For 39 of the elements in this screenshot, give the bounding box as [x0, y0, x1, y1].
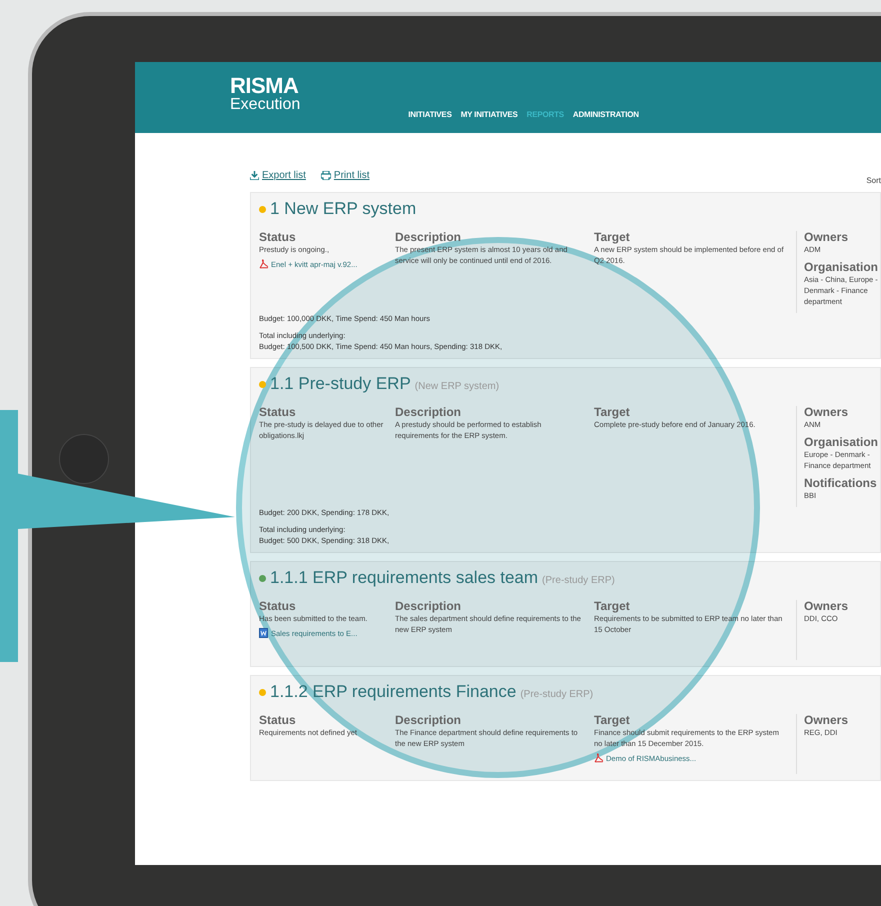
field-heading: Owners — [804, 600, 850, 613]
download-icon — [250, 170, 259, 180]
pdf-icon — [594, 753, 603, 763]
field-heading: Status — [259, 231, 297, 244]
initiative-title[interactable]: 1 New ERP system — [270, 199, 416, 219]
initiative-title[interactable]: 1.1.1 ERP requirements sales team — [270, 568, 538, 588]
initiative-title[interactable]: 1.1.2 ERP requirements Finance — [270, 682, 516, 702]
sort-label: Sort — [866, 176, 881, 184]
field-heading: Status — [259, 600, 297, 613]
field-heading: Target — [594, 600, 631, 613]
field-heading: Status — [259, 406, 297, 419]
field-heading: Target — [594, 231, 631, 244]
print-link[interactable]: Print list — [320, 170, 370, 180]
field-heading: Owners — [804, 231, 850, 244]
nav-tab[interactable]: INITIATIVES — [408, 110, 452, 119]
field-heading: Organisation — [804, 261, 880, 274]
initiative-title[interactable]: 1.1 Pre-study ERP — [270, 374, 411, 394]
nav-tab[interactable]: MY INITIATIVES — [460, 110, 518, 119]
pdf-icon — [259, 259, 268, 269]
field-heading: Target — [594, 406, 631, 419]
field-heading: Description — [395, 714, 462, 727]
field-heading: Owners — [804, 406, 850, 419]
field-heading: Description — [395, 406, 462, 419]
export-link[interactable]: Export list — [250, 170, 306, 180]
field-heading: Notifications — [804, 477, 878, 490]
parent-label: (Pre-study ERP) — [520, 689, 594, 700]
parent-label: (New ERP system) — [414, 381, 500, 392]
field-heading: Organisation — [804, 436, 880, 449]
nav-tab[interactable]: ADMINISTRATION — [572, 110, 639, 119]
print-icon — [320, 170, 331, 180]
field-heading: Description — [395, 600, 462, 613]
parent-label: (Pre-study ERP) — [542, 575, 615, 586]
field-heading: Target — [594, 714, 631, 727]
logo-title: RISMA — [230, 75, 298, 97]
field-heading: Description — [395, 231, 462, 244]
field-heading: Status — [259, 714, 297, 727]
logo-subtitle: Execution — [230, 97, 300, 113]
field-heading: Owners — [804, 714, 850, 727]
document-icon — [259, 628, 268, 638]
